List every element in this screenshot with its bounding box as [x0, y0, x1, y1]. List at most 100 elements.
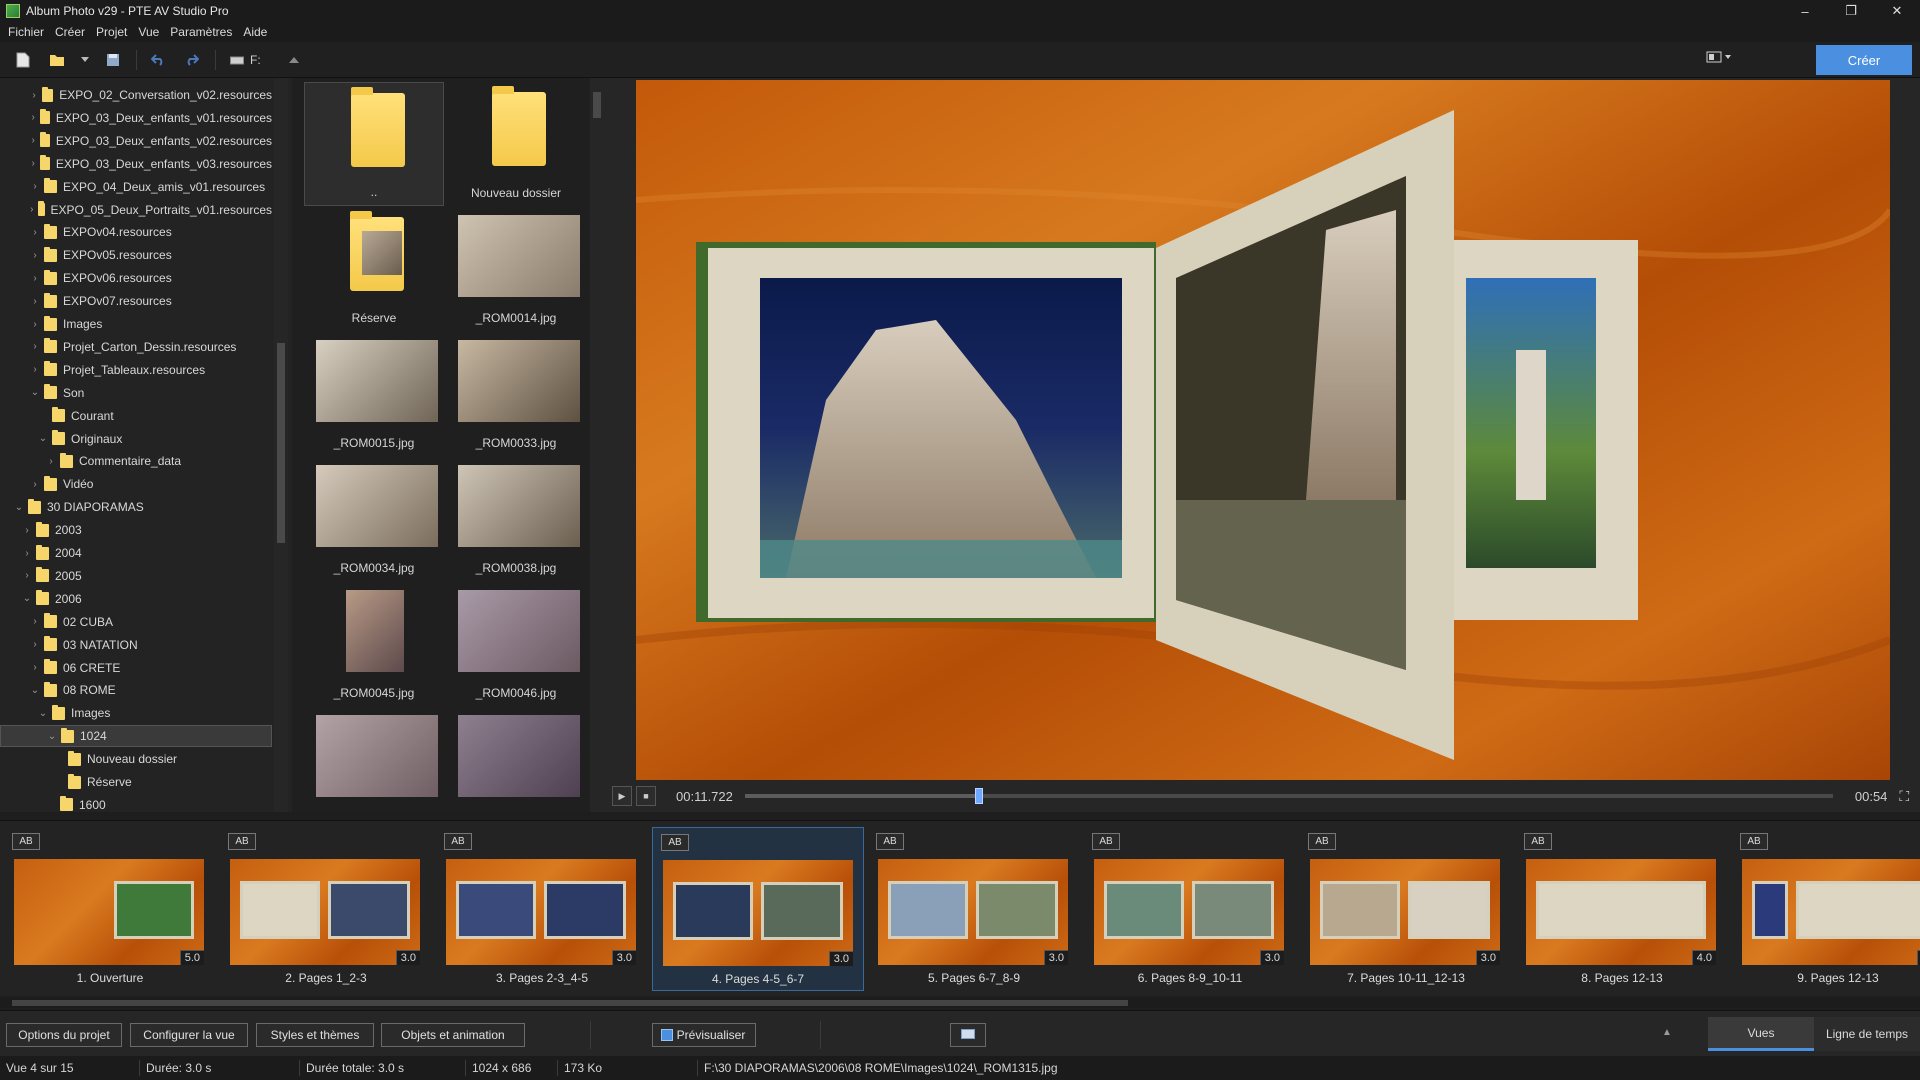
chevron-right-icon[interactable]: ›: [28, 135, 38, 146]
menu-aide[interactable]: Aide: [241, 25, 276, 39]
chevron-right-icon[interactable]: ›: [20, 570, 34, 581]
tree-item[interactable]: ⌄ 1024: [0, 725, 272, 748]
menu-vue[interactable]: Vue: [136, 25, 168, 39]
file-item[interactable]: _ROM0049.jpg: [304, 707, 444, 812]
new-project-icon[interactable]: [12, 49, 34, 71]
chevron-right-icon[interactable]: ›: [28, 181, 42, 192]
ab-badge[interactable]: AB: [444, 833, 472, 850]
tree-item[interactable]: › EXPO_05_Deux_Portraits_v01.resources: [0, 199, 272, 221]
chevron-right-icon[interactable]: ›: [28, 112, 38, 123]
tree-item[interactable]: ⌄ Originaux: [0, 428, 272, 450]
tree-item[interactable]: › Vidéo: [0, 473, 272, 495]
tree-item[interactable]: › 06 CRETE: [0, 657, 272, 679]
menu-creer[interactable]: Créer: [53, 25, 94, 39]
slide-item[interactable]: AB 3.0 2. Pages 1_2-3: [220, 827, 432, 991]
folder-up-icon[interactable]: [283, 49, 305, 71]
tab-timeline[interactable]: Ligne de temps: [1814, 1017, 1920, 1051]
folder-tree[interactable]: › EXPO_02_Conversation_v02.resources › EXPO…: [0, 78, 292, 812]
chevron-right-icon[interactable]: ›: [20, 525, 34, 536]
file-item[interactable]: Nouveau dossier: [446, 82, 586, 206]
chevron-right-icon[interactable]: ›: [28, 158, 38, 169]
ab-badge[interactable]: AB: [1092, 833, 1120, 850]
file-item[interactable]: _ROM0038.jpg: [446, 457, 586, 581]
chevron-right-icon[interactable]: ›: [28, 296, 42, 307]
file-item[interactable]: _ROM0014.jpg: [446, 207, 586, 331]
slide-list-scrollbar[interactable]: [0, 998, 1920, 1008]
chevron-right-icon[interactable]: ›: [28, 662, 42, 673]
file-browser[interactable]: .. Nouveau dossier Réserve _ROM0014.jpg _ROM…: [292, 78, 592, 812]
project-options-button[interactable]: Options du projet: [6, 1023, 122, 1047]
chevron-down-icon[interactable]: ⌄: [20, 593, 34, 604]
chevron-right-icon[interactable]: ›: [28, 90, 40, 101]
collapse-arrow-icon[interactable]: ▲: [1662, 1027, 1672, 1038]
save-icon[interactable]: [102, 49, 124, 71]
ab-badge[interactable]: AB: [1740, 833, 1768, 850]
chevron-down-icon[interactable]: ⌄: [28, 685, 42, 696]
file-item[interactable]: _ROM0051.jpg: [446, 707, 586, 812]
chevron-right-icon[interactable]: ›: [28, 204, 36, 215]
tree-item[interactable]: ⌄ 08 ROME: [0, 679, 272, 701]
styles-themes-button[interactable]: Styles et thèmes: [256, 1023, 374, 1047]
chevron-down-icon[interactable]: ⌄: [36, 708, 50, 719]
tree-item[interactable]: › EXPO_03_Deux_enfants_v02.resources: [0, 130, 272, 152]
tree-item[interactable]: › 2004: [0, 542, 272, 564]
tree-item[interactable]: ⌄ Son: [0, 382, 272, 404]
tree-item[interactable]: › EXPOv04.resources: [0, 221, 272, 243]
file-item[interactable]: ..: [304, 82, 444, 206]
ab-badge[interactable]: AB: [228, 833, 256, 850]
scrollbar-thumb[interactable]: [593, 92, 601, 118]
close-button[interactable]: ✕: [1874, 0, 1920, 22]
file-item[interactable]: Réserve: [304, 207, 444, 331]
drive-icon[interactable]: [226, 49, 248, 71]
tree-item[interactable]: ⌄ Images: [0, 702, 272, 724]
tree-item[interactable]: › Projet_Carton_Dessin.resources: [0, 336, 272, 358]
tree-item[interactable]: › Commentaire_data: [0, 450, 272, 472]
recent-dropdown-icon[interactable]: [80, 49, 90, 71]
tree-item[interactable]: › EXPO_03_Deux_enfants_v03.resources: [0, 153, 272, 175]
tree-item[interactable]: › 2003: [0, 519, 272, 541]
tree-item[interactable]: › EXPO_04_Deux_amis_v01.resources: [0, 176, 272, 198]
stop-button[interactable]: ■: [636, 786, 656, 806]
chevron-right-icon[interactable]: ›: [28, 250, 42, 261]
tree-item[interactable]: 1600: [0, 794, 272, 812]
objects-animation-button[interactable]: Objets et animation: [381, 1023, 525, 1047]
tree-item[interactable]: › 02 CUBA: [0, 611, 272, 633]
chevron-down-icon[interactable]: ⌄: [12, 502, 26, 513]
ab-badge[interactable]: AB: [1524, 833, 1552, 850]
chevron-right-icon[interactable]: ›: [44, 456, 58, 467]
slide-item[interactable]: AB 3.0 6. Pages 8-9_10-11: [1084, 827, 1296, 991]
tree-item[interactable]: › EXPO_02_Conversation_v02.resources: [0, 84, 272, 106]
slide-preview-icon-button[interactable]: [950, 1023, 986, 1047]
tree-item[interactable]: › EXPOv05.resources: [0, 244, 272, 266]
redo-icon[interactable]: [181, 49, 203, 71]
chevron-right-icon[interactable]: ›: [20, 548, 34, 559]
tree-item[interactable]: › Images: [0, 313, 272, 335]
chevron-down-icon[interactable]: ⌄: [28, 387, 42, 398]
tree-item[interactable]: Réserve: [0, 771, 272, 793]
tree-item[interactable]: ⌄ 2006: [0, 588, 272, 610]
chevron-right-icon[interactable]: ›: [28, 319, 42, 330]
menu-parametres[interactable]: Paramètres: [168, 25, 241, 39]
file-item[interactable]: _ROM0046.jpg: [446, 582, 586, 706]
restore-button[interactable]: ❐: [1828, 0, 1874, 22]
slide-item[interactable]: AB 3.0 3. Pages 2-3_4-5: [436, 827, 648, 991]
tree-item[interactable]: › 03 NATATION: [0, 634, 272, 656]
minimize-button[interactable]: –: [1782, 0, 1828, 22]
open-project-icon[interactable]: [46, 49, 68, 71]
chevron-right-icon[interactable]: ›: [28, 639, 42, 650]
undo-icon[interactable]: [147, 49, 169, 71]
timeline-handle[interactable]: [974, 788, 983, 804]
tree-item[interactable]: › EXPO_03_Deux_enfants_v01.resources: [0, 107, 272, 129]
slide-item[interactable]: AB 5.0 1. Ouverture: [4, 827, 216, 991]
create-button[interactable]: Créer: [1816, 45, 1912, 75]
scrollbar-thumb[interactable]: [277, 343, 285, 543]
file-item[interactable]: _ROM0045.jpg: [304, 582, 444, 706]
slide-list[interactable]: AB 5.0 1. Ouverture AB 3.0 2. Pages 1_2-3 AB 3.…: [0, 820, 1920, 996]
menu-fichier[interactable]: Fichier: [6, 25, 53, 39]
tree-item[interactable]: › Projet_Tableaux.resources: [0, 359, 272, 381]
file-browser-scrollbar[interactable]: [590, 78, 604, 812]
chevron-right-icon[interactable]: ›: [28, 273, 42, 284]
menu-projet[interactable]: Projet: [94, 25, 136, 39]
play-button[interactable]: ▶: [612, 786, 632, 806]
tree-item[interactable]: Nouveau dossier: [0, 748, 272, 770]
